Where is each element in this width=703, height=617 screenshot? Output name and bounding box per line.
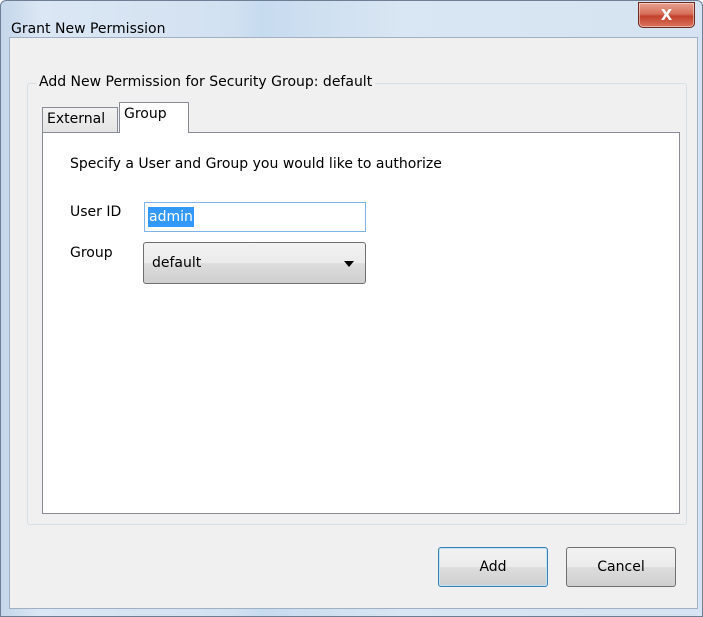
tab-panel-group	[42, 132, 680, 514]
chevron-down-icon	[344, 261, 354, 267]
window-title: Grant New Permission	[11, 21, 166, 37]
group-label: Group	[70, 245, 113, 261]
user-id-label: User ID	[70, 204, 122, 220]
group-select-value: default	[152, 255, 202, 271]
tab-group[interactable]: Group	[119, 102, 189, 133]
tab-external[interactable]: External	[42, 107, 118, 133]
cancel-button[interactable]: Cancel	[566, 547, 676, 587]
title-bar[interactable]: Grant New Permission X	[1, 1, 702, 37]
add-button[interactable]: Add	[438, 547, 548, 587]
user-id-input[interactable]: admin	[144, 202, 366, 232]
close-icon: X	[660, 6, 673, 24]
close-button[interactable]: X	[638, 2, 695, 28]
user-id-value: admin	[148, 207, 194, 227]
group-select[interactable]: default	[143, 242, 366, 284]
instructions-text: Specify a User and Group you would like …	[70, 156, 442, 172]
groupbox-legend: Add New Permission for Security Group: d…	[36, 74, 376, 90]
